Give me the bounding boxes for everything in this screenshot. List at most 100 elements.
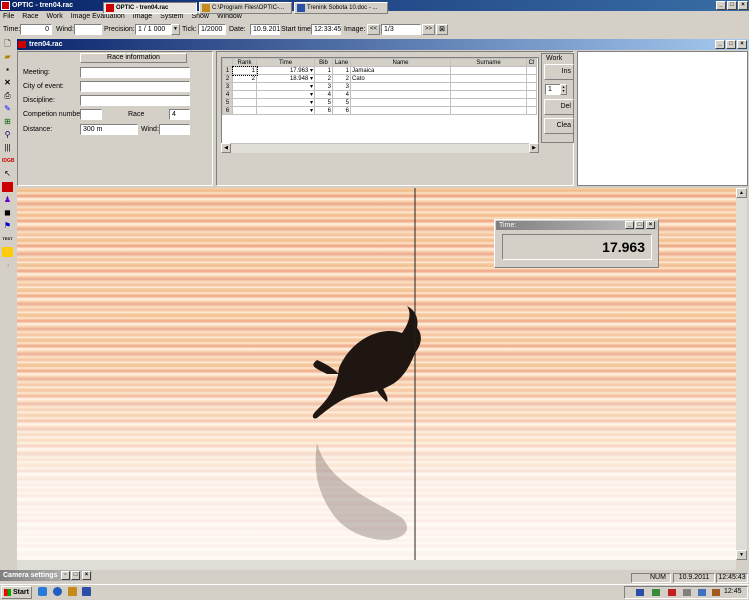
maximize-icon[interactable]: □: [727, 1, 737, 10]
precision-select[interactable]: 1 / 1 000: [135, 24, 172, 35]
wind-field[interactable]: [74, 24, 102, 35]
time-cell[interactable]: ▾: [256, 90, 315, 99]
col-name[interactable]: Name: [350, 58, 451, 67]
time-cell[interactable]: ▾: [256, 82, 315, 91]
chevron-down-icon[interactable]: ▼: [171, 24, 180, 35]
explorer-icon[interactable]: [68, 587, 77, 596]
lightning-icon[interactable]: ⚡: [2, 247, 13, 257]
dropdown-icon[interactable]: ▾: [310, 84, 313, 90]
close-image-icon[interactable]: ⊠: [436, 24, 448, 35]
lane-cell[interactable]: 5: [332, 98, 351, 107]
popup-maximize-icon[interactable]: □: [635, 221, 644, 229]
col-lane[interactable]: Lane: [332, 58, 351, 67]
table-row[interactable]: 2 2 18.948 ▾ 2 2 Cato: [222, 74, 537, 83]
lane-cell[interactable]: 6: [332, 106, 351, 115]
club-cell[interactable]: [526, 90, 537, 99]
discipline-field[interactable]: [80, 95, 190, 106]
camera-icon[interactable]: ◼: [2, 208, 13, 218]
spinner-arrows-icon[interactable]: ▴ ▾: [560, 84, 567, 95]
word-icon[interactable]: [82, 587, 91, 596]
bib-cell[interactable]: 2: [314, 74, 333, 83]
menu-race[interactable]: Race: [19, 11, 41, 23]
new-file-icon[interactable]: 🗋: [2, 39, 13, 49]
start-button[interactable]: Start: [1, 586, 32, 599]
tray-volume-icon[interactable]: [683, 589, 691, 596]
table-row[interactable]: 1 1 17.963 ▾ 1 1 Jamaica: [222, 65, 537, 76]
dropdown-icon[interactable]: ▾: [310, 68, 313, 74]
race-info-header[interactable]: Race information: [80, 53, 187, 63]
camera-maximize-icon[interactable]: □: [71, 571, 80, 580]
meeting-field[interactable]: [80, 67, 190, 78]
grid-horizontal-scrollbar[interactable]: [221, 143, 539, 153]
race-wind-field[interactable]: [159, 124, 190, 135]
start-time-field[interactable]: 12:33:45: [311, 24, 341, 35]
scroll-up-icon[interactable]: ▲: [736, 188, 747, 198]
dropdown-icon[interactable]: ▾: [310, 92, 313, 98]
desktop-icon[interactable]: [38, 587, 47, 596]
name-cell[interactable]: [350, 82, 451, 91]
lane-cell[interactable]: 3: [332, 82, 351, 91]
lane-cell[interactable]: 2: [332, 74, 351, 83]
col-rank[interactable]: Rank: [232, 58, 257, 67]
delete-icon[interactable]: ✕: [2, 78, 13, 88]
date-field[interactable]: 10.9.201: [250, 24, 280, 35]
name-cell[interactable]: [350, 90, 451, 99]
club-cell[interactable]: [526, 98, 537, 107]
edit-icon[interactable]: ✎: [2, 104, 13, 114]
table-row[interactable]: 4 ▾ 4 4: [222, 90, 537, 99]
image-vertical-scrollbar[interactable]: [736, 188, 747, 560]
city-field[interactable]: [80, 81, 190, 92]
com-icon[interactable]: →: [2, 260, 13, 270]
camera-close-icon[interactable]: ×: [82, 571, 91, 580]
club-cell[interactable]: [526, 74, 537, 83]
surname-cell[interactable]: [450, 90, 527, 99]
camera-restore-icon[interactable]: ▫: [61, 571, 70, 580]
bib-cell[interactable]: 4: [314, 90, 333, 99]
tray-monitor-icon[interactable]: [698, 589, 706, 596]
scroll-left-icon[interactable]: ◀: [221, 143, 231, 153]
club-cell[interactable]: [526, 106, 537, 115]
rank-cell[interactable]: [232, 82, 257, 91]
tick-field[interactable]: 1/2000: [198, 24, 226, 35]
rank-cell[interactable]: 2: [232, 74, 257, 83]
col-club[interactable]: Cl: [526, 58, 537, 67]
surname-cell[interactable]: [450, 82, 527, 91]
doc-maximize-icon[interactable]: □: [726, 40, 736, 49]
rank-cell[interactable]: [232, 98, 257, 107]
name-cell[interactable]: [350, 106, 451, 115]
lane-cell[interactable]: 1: [332, 66, 351, 75]
next-image-button[interactable]: >>: [422, 24, 435, 35]
name-cell[interactable]: Cato: [350, 74, 451, 83]
distance-field[interactable]: 300 m: [80, 124, 138, 135]
save-icon[interactable]: ▪: [2, 65, 13, 75]
task-word[interactable]: Trenink Sobota 10.doc - ...: [294, 2, 388, 14]
surname-cell[interactable]: [450, 74, 527, 83]
delete-button[interactable]: Del: [544, 99, 574, 115]
dropdown-icon[interactable]: ▾: [310, 108, 313, 114]
col-bib[interactable]: Bib: [314, 58, 333, 67]
col-time[interactable]: Time: [256, 58, 315, 67]
rank-cell[interactable]: [232, 90, 257, 99]
race-field[interactable]: 4: [169, 109, 190, 120]
popup-close-icon[interactable]: ×: [646, 221, 655, 229]
tray-keyboard-icon[interactable]: [636, 589, 644, 596]
bib-cell[interactable]: 3: [314, 82, 333, 91]
bib-cell[interactable]: 1: [314, 66, 333, 75]
table-row[interactable]: 6 ▾ 6 6: [222, 106, 537, 115]
dropdown-icon[interactable]: ▾: [310, 76, 313, 82]
insert-button[interactable]: Ins: [544, 64, 574, 80]
rank-cell[interactable]: [232, 106, 257, 115]
time-field[interactable]: 0: [20, 24, 52, 35]
club-cell[interactable]: [526, 66, 537, 75]
lane-cell[interactable]: 4: [332, 90, 351, 99]
doc-minimize-icon[interactable]: _: [715, 40, 725, 49]
stop-icon[interactable]: [2, 182, 13, 192]
pointer-icon[interactable]: ↖: [2, 169, 13, 179]
time-cell[interactable]: ▾: [256, 98, 315, 107]
competition-field[interactable]: [80, 109, 102, 120]
time-cell[interactable]: 17.963 ▾: [256, 66, 315, 75]
task-explorer[interactable]: C:\Program Files\OPTIC-...: [199, 2, 292, 14]
dropdown-icon[interactable]: ▾: [310, 100, 313, 106]
name-cell[interactable]: Jamaica: [350, 66, 451, 75]
time-cell[interactable]: ▾: [256, 106, 315, 115]
